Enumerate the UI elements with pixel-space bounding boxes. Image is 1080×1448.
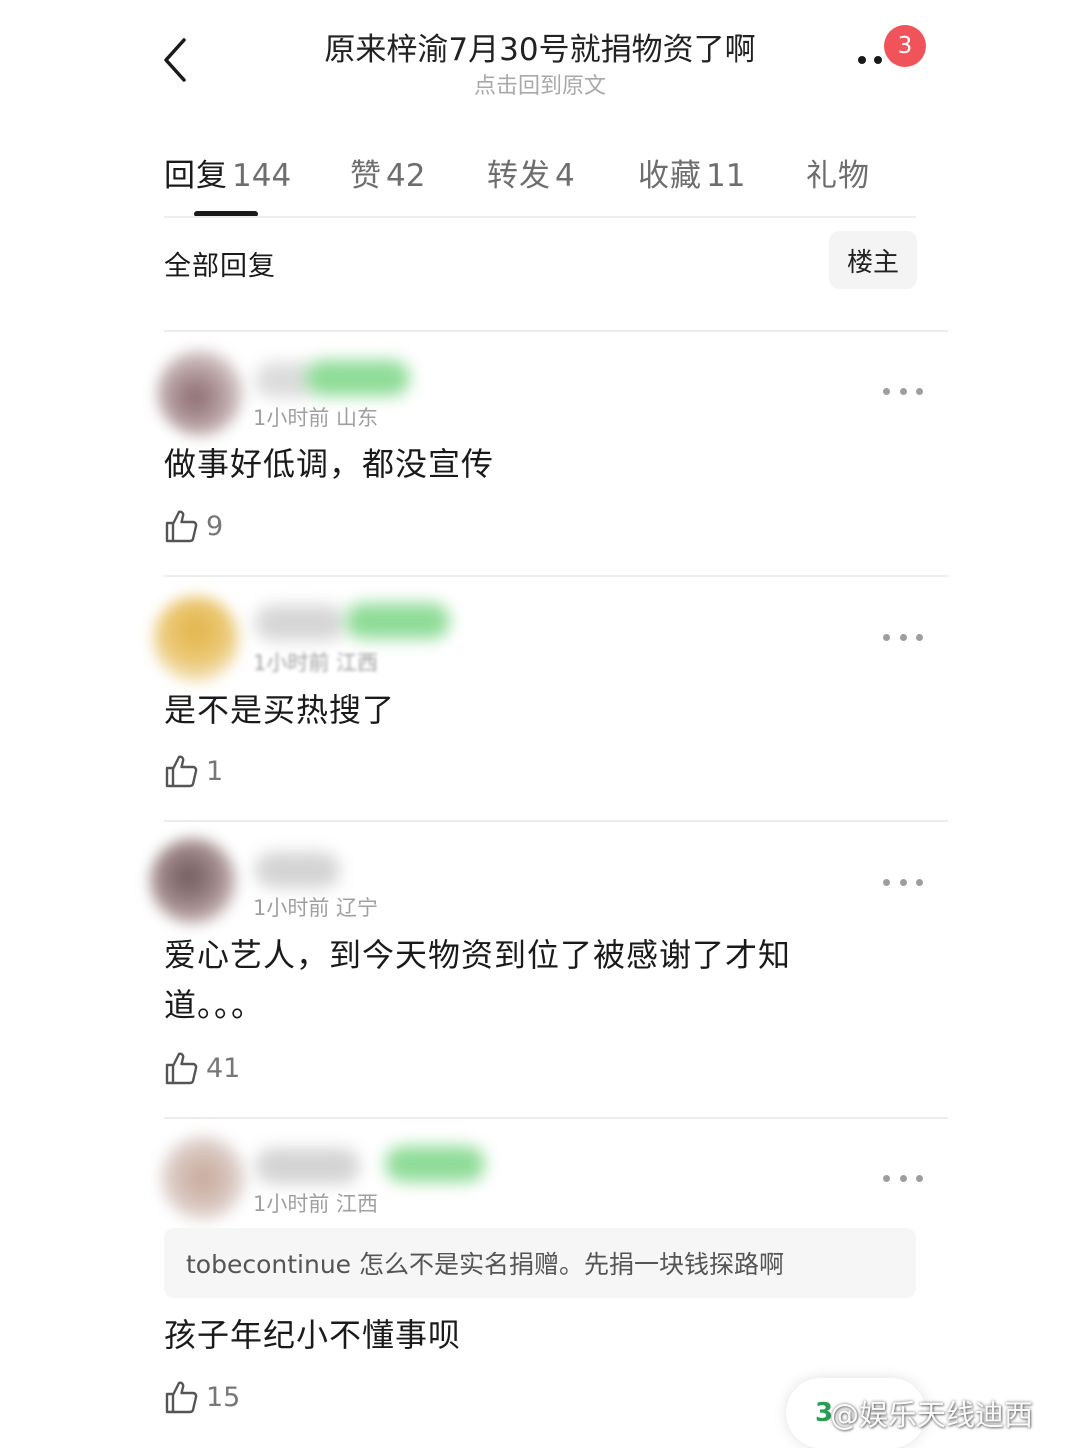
op-only-button[interactable]: 楼主 [829, 231, 917, 289]
back-button[interactable] [150, 30, 200, 90]
tab-label: 赞 [350, 158, 382, 194]
username-blurred[interactable] [255, 1148, 360, 1184]
tab-count: 4 [555, 158, 575, 194]
like-count: 9 [206, 510, 224, 542]
dot-icon [899, 633, 907, 641]
comment-meta: 1小时前 山东 [253, 406, 379, 430]
divider [164, 216, 916, 218]
username-blurred[interactable] [255, 605, 345, 641]
tab-label: 转发 [487, 158, 551, 194]
username-blurred[interactable] [255, 852, 340, 888]
like-count: 41 [206, 1052, 241, 1084]
thumbs-up-icon [165, 1381, 198, 1414]
dot-icon [874, 56, 882, 64]
comment-more-button[interactable] [883, 1168, 923, 1188]
comment-more-button[interactable] [883, 872, 923, 892]
chevron-left-icon [164, 38, 186, 82]
comment-text: 做事好低调，都没宣传 [164, 445, 495, 483]
thumbs-up-icon [165, 755, 198, 788]
dot-icon [899, 1174, 907, 1182]
dot-icon [916, 633, 923, 641]
dot-icon [883, 387, 890, 395]
tab-label: 收藏 [638, 158, 702, 194]
all-replies-label: 全部回复 [164, 251, 276, 282]
comment-text: 爱心艺人，到今天物资到位了被感谢了才知道。。。 [164, 936, 792, 1024]
notification-badge: 3 [884, 25, 926, 67]
thumbs-up-icon [165, 510, 198, 543]
comment-meta: 1小时前 江西 [253, 651, 379, 675]
dot-icon [916, 1174, 923, 1182]
divider [164, 820, 948, 822]
avatar[interactable] [153, 596, 239, 682]
like-button[interactable]: 15 [164, 1377, 240, 1417]
thumbs-up-icon [165, 1052, 198, 1085]
divider [164, 575, 948, 577]
tab-label: 礼物 [806, 158, 870, 194]
divider [164, 1117, 948, 1119]
user-tag-blurred [345, 603, 450, 639]
tab-replies[interactable]: 回复 144 [164, 150, 291, 195]
user-tag-blurred [385, 1146, 485, 1182]
dot-icon [883, 633, 890, 641]
like-button[interactable]: 41 [164, 1048, 240, 1088]
comment-text: 孩子年纪小不懂事呗 [164, 1316, 462, 1354]
comment-meta: 1小时前 江西 [253, 1192, 379, 1216]
watermark: @娱乐天线迪西 [830, 1398, 1034, 1432]
back-to-post-link[interactable]: 点击回到原文 [250, 68, 830, 100]
comment-more-button[interactable] [883, 381, 923, 401]
tab-likes[interactable]: 赞 42 [350, 150, 425, 195]
tab-count: 42 [386, 158, 426, 194]
divider [164, 330, 948, 332]
avatar[interactable] [160, 1135, 246, 1221]
avatar[interactable] [150, 838, 236, 924]
like-button[interactable]: 1 [164, 751, 223, 791]
quoted-reply[interactable]: tobecontinue 怎么不是实名捐赠。先捐一块钱探路啊 [164, 1228, 916, 1298]
like-count: 15 [206, 1381, 241, 1413]
dot-icon [916, 387, 923, 395]
user-tag-blurred [305, 360, 410, 396]
dot-icon [858, 56, 866, 64]
comment-text: 是不是买热搜了 [164, 691, 396, 729]
dot-icon [883, 878, 890, 886]
dot-icon [883, 1174, 890, 1182]
tab-favorites[interactable]: 收藏 11 [638, 150, 745, 195]
dot-icon [899, 878, 907, 886]
dot-icon [916, 878, 923, 886]
tab-count: 11 [706, 158, 746, 194]
dot-icon [899, 387, 907, 395]
like-count: 1 [206, 755, 224, 787]
tab-reposts[interactable]: 转发 4 [487, 150, 575, 195]
like-button[interactable]: 9 [164, 506, 223, 546]
tab-count: 144 [232, 158, 292, 194]
tab-gifts[interactable]: 礼物 [806, 150, 870, 195]
comment-more-button[interactable] [883, 627, 923, 647]
post-title[interactable]: 原来梓渝7月30号就捐物资了啊 [250, 24, 830, 69]
comment-meta: 1小时前 辽宁 [253, 896, 379, 920]
tab-label: 回复 [164, 158, 228, 194]
avatar[interactable] [157, 350, 243, 436]
